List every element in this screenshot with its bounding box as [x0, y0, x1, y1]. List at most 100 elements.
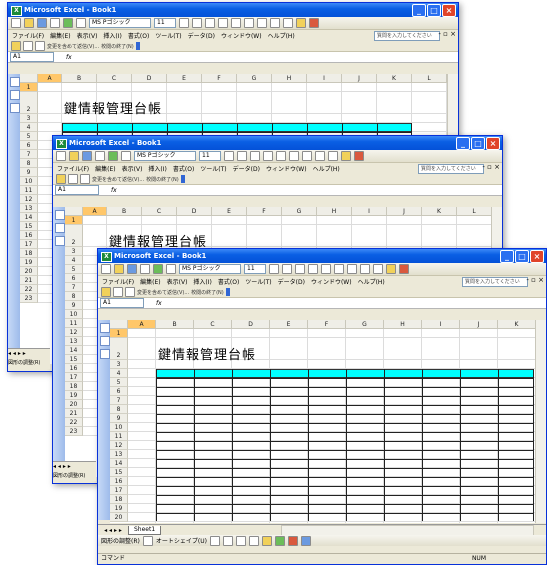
column-header-b[interactable]: B — [156, 320, 194, 329]
column-header-f[interactable]: F — [202, 74, 237, 83]
fill-color-icon[interactable] — [386, 264, 396, 274]
maximize-icon[interactable]: □ — [471, 137, 485, 150]
spellcheck-icon[interactable] — [108, 151, 118, 161]
horizontal-scrollbar[interactable] — [281, 524, 534, 536]
align-left-icon[interactable] — [263, 151, 273, 161]
row-header-12[interactable]: 12 — [65, 328, 83, 337]
column-header-a[interactable]: A — [128, 320, 156, 329]
row-header-5[interactable]: 5 — [20, 132, 38, 141]
menu-data[interactable]: データ(D) — [188, 31, 215, 40]
row-header-1[interactable]: 1 — [110, 329, 128, 338]
underline-icon[interactable] — [250, 151, 260, 161]
row-header-18[interactable]: 18 — [110, 495, 128, 504]
row-header-1[interactable]: 1 — [65, 216, 83, 225]
column-header-a[interactable]: A — [83, 207, 107, 216]
name-box[interactable]: A1 — [10, 52, 54, 62]
align-right-icon[interactable] — [244, 18, 254, 28]
mdi-controls[interactable]: - ▫ × — [526, 276, 544, 284]
minimize-icon[interactable]: _ — [456, 137, 470, 150]
menu-tools[interactable]: ツール(T) — [155, 31, 181, 40]
print-icon[interactable] — [140, 264, 150, 274]
select-all-corner[interactable] — [110, 320, 128, 329]
open-icon[interactable] — [24, 18, 34, 28]
row-header-2[interactable]: 2 — [65, 225, 83, 247]
sidebar-tool-icon[interactable] — [55, 210, 65, 220]
review-icon[interactable] — [11, 41, 21, 51]
draw-menu[interactable]: 図形の調整(R) — [8, 358, 50, 369]
column-header-d[interactable]: D — [177, 207, 212, 216]
underline-icon[interactable] — [205, 18, 215, 28]
open-icon[interactable] — [114, 264, 124, 274]
font-size-box[interactable]: 11 — [244, 264, 266, 274]
row-header-3[interactable]: 3 — [20, 114, 38, 123]
review-icon[interactable] — [101, 287, 111, 297]
new-icon[interactable] — [101, 264, 111, 274]
help-search-input[interactable]: 質問を入力してください — [462, 277, 528, 287]
align-left-icon[interactable] — [218, 18, 228, 28]
row-header-5[interactable]: 5 — [110, 378, 128, 387]
select-all-corner[interactable] — [65, 207, 83, 216]
column-header-d[interactable]: D — [232, 320, 270, 329]
sidebar-tool-icon[interactable] — [10, 103, 20, 113]
font-color-icon[interactable] — [309, 18, 319, 28]
close-icon[interactable]: × — [530, 250, 544, 263]
table-header-band[interactable] — [156, 369, 534, 378]
column-header-i[interactable]: I — [352, 207, 387, 216]
row-header-12[interactable]: 12 — [110, 441, 128, 450]
borders-icon[interactable] — [373, 264, 383, 274]
row-header-13[interactable]: 13 — [110, 450, 128, 459]
print-icon[interactable] — [95, 151, 105, 161]
percent-icon[interactable] — [270, 18, 280, 28]
sidebar-tool-icon[interactable] — [10, 90, 20, 100]
mdi-controls[interactable]: - ▫ × — [438, 30, 456, 38]
font-name-box[interactable]: MS Pゴシック — [179, 264, 241, 274]
menu-format[interactable]: 書式(O) — [218, 277, 239, 286]
merge-icon[interactable] — [302, 151, 312, 161]
excel-window-front[interactable]: X Microsoft Excel - Book1 _ □ × MS Pゴシック… — [97, 248, 547, 565]
oval-icon[interactable] — [248, 535, 259, 546]
menu-view[interactable]: 表示(V) — [77, 31, 98, 40]
column-header-k[interactable]: K — [422, 207, 457, 216]
menu-help[interactable]: ヘルプ(H) — [358, 277, 385, 286]
open-icon[interactable] — [69, 151, 79, 161]
align-center-icon[interactable] — [231, 18, 241, 28]
borders-icon[interactable] — [328, 151, 338, 161]
row-header-20[interactable]: 20 — [110, 513, 128, 522]
row-header-19[interactable]: 19 — [20, 258, 38, 267]
spellcheck-icon[interactable] — [63, 18, 73, 28]
row-header-10[interactable]: 10 — [65, 310, 83, 319]
row-header-6[interactable]: 6 — [65, 274, 83, 283]
column-header-a[interactable]: A — [38, 74, 62, 83]
row-header-14[interactable]: 14 — [20, 213, 38, 222]
column-header-i[interactable]: I — [307, 74, 342, 83]
tab-nav-arrows[interactable]: ◂ ◂ ▸ ▸ — [98, 527, 128, 534]
menu-edit[interactable]: 編集(E) — [95, 164, 115, 173]
row-header-16[interactable]: 16 — [20, 231, 38, 240]
review-icon-2[interactable] — [68, 174, 78, 184]
column-header-b[interactable]: B — [107, 207, 142, 216]
font-size-box[interactable]: 11 — [199, 151, 221, 161]
row-header-17[interactable]: 17 — [65, 373, 83, 382]
save-icon[interactable] — [82, 151, 92, 161]
menu-insert[interactable]: 挿入(I) — [193, 277, 211, 286]
align-right-icon[interactable] — [289, 151, 299, 161]
menu-view[interactable]: 表示(V) — [167, 277, 188, 286]
row-header-19[interactable]: 19 — [65, 391, 83, 400]
menu-format[interactable]: 書式(O) — [173, 164, 194, 173]
review-reply-text[interactable]: 変更を含めて返信(V)... — [92, 176, 144, 183]
row-header-15[interactable]: 15 — [110, 468, 128, 477]
line-icon[interactable] — [209, 535, 220, 546]
font-color-icon[interactable] — [287, 535, 298, 546]
row-header-16[interactable]: 16 — [65, 364, 83, 373]
row-header-10[interactable]: 10 — [20, 177, 38, 186]
row-header-22[interactable]: 22 — [20, 285, 38, 294]
column-header-g[interactable]: G — [282, 207, 317, 216]
autosum-icon[interactable] — [121, 151, 131, 161]
row-header-7[interactable]: 7 — [65, 283, 83, 292]
percent-icon[interactable] — [315, 151, 325, 161]
save-icon[interactable] — [127, 264, 137, 274]
menu-data[interactable]: データ(D) — [278, 277, 305, 286]
column-header-f[interactable]: F — [308, 320, 346, 329]
row-header-13[interactable]: 13 — [20, 204, 38, 213]
percent-icon[interactable] — [360, 264, 370, 274]
